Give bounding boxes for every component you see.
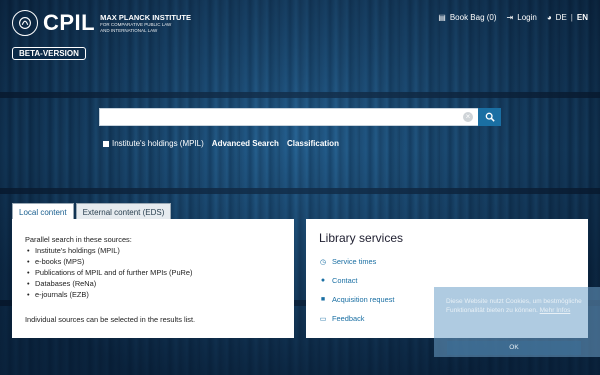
- users-icon: ●: [320, 277, 326, 284]
- lock-icon: ■: [320, 296, 326, 303]
- book-bag-link[interactable]: ▤ Book Bag (0): [438, 13, 496, 22]
- holdings-filter[interactable]: Institute's holdings (MPIL): [103, 139, 204, 148]
- cookie-more-info-link[interactable]: Mehr Infos: [540, 307, 571, 314]
- library-services-title: Library services: [319, 231, 404, 245]
- clear-icon[interactable]: ×: [463, 112, 473, 122]
- sources-note: Individual sources can be selected in th…: [25, 315, 196, 324]
- local-content-panel: Parallel search in these sources: Instit…: [12, 219, 294, 338]
- globe-icon: ◕: [546, 13, 552, 22]
- logo-abbreviation: CPIL: [43, 10, 96, 35]
- classification-link[interactable]: Classification: [287, 139, 339, 148]
- search-bar: ×: [99, 108, 501, 126]
- search-options: Institute's holdings (MPIL) Advanced Sea…: [103, 139, 339, 148]
- institute-logo[interactable]: CPIL MAX PLANCK INSTITUTE FOR COMPARATIV…: [12, 10, 191, 36]
- acquisition-request-label: Acquisition request: [332, 295, 395, 304]
- clock-icon: ◷: [319, 258, 327, 266]
- sources-intro: Parallel search in these sources:: [25, 235, 132, 244]
- list-item: Databases (ReNa): [25, 278, 281, 289]
- feedback-label: Feedback: [332, 314, 365, 323]
- logo-institute-name: MAX PLANCK INSTITUTE FOR COMPARATIVE PUB…: [100, 13, 191, 33]
- service-times-label: Service times: [332, 257, 377, 266]
- book-bag-label: Book Bag (0): [449, 13, 497, 22]
- holdings-checkbox[interactable]: [103, 140, 109, 147]
- lang-de-link[interactable]: DE: [556, 13, 567, 22]
- list-item: Institute's holdings (MPIL): [25, 245, 281, 256]
- holdings-filter-label: Institute's holdings (MPIL): [112, 139, 204, 148]
- beta-version-badge: BETA-VERSION: [12, 47, 86, 60]
- login-label: Login: [517, 13, 537, 22]
- search-input[interactable]: [99, 108, 478, 126]
- sign-in-icon: ⇥: [506, 13, 514, 22]
- service-times-link[interactable]: ◷ Service times: [319, 252, 575, 271]
- top-navigation: ▤ Book Bag (0) ⇥ Login ◕ DE | EN: [438, 13, 588, 22]
- comment-icon: ▭: [319, 315, 327, 323]
- search-icon: [485, 112, 495, 122]
- list-item: Publications of MPIL and of further MPIs…: [25, 267, 281, 278]
- sources-list: Institute's holdings (MPIL) e-books (MPS…: [25, 245, 281, 300]
- login-link[interactable]: ⇥ Login: [507, 13, 537, 22]
- logo-line-3: AND INTERNATIONAL LAW: [100, 27, 158, 33]
- advanced-search-link[interactable]: Advanced Search: [212, 139, 279, 148]
- search-button[interactable]: [478, 108, 501, 126]
- logo-line-1: MAX PLANCK INSTITUTE: [100, 13, 191, 22]
- list-item: e-books (MPS): [25, 256, 281, 267]
- cookie-ok-button[interactable]: OK: [447, 341, 581, 355]
- lang-separator: |: [570, 13, 573, 22]
- minerva-seal-icon: [12, 10, 38, 36]
- lang-en-link[interactable]: EN: [577, 13, 588, 22]
- list-item: e-journals (EZB): [25, 289, 281, 300]
- language-switcher: ◕ DE | EN: [547, 13, 588, 22]
- bookmark-icon: ▤: [438, 13, 446, 22]
- contact-label: Contact: [332, 276, 358, 285]
